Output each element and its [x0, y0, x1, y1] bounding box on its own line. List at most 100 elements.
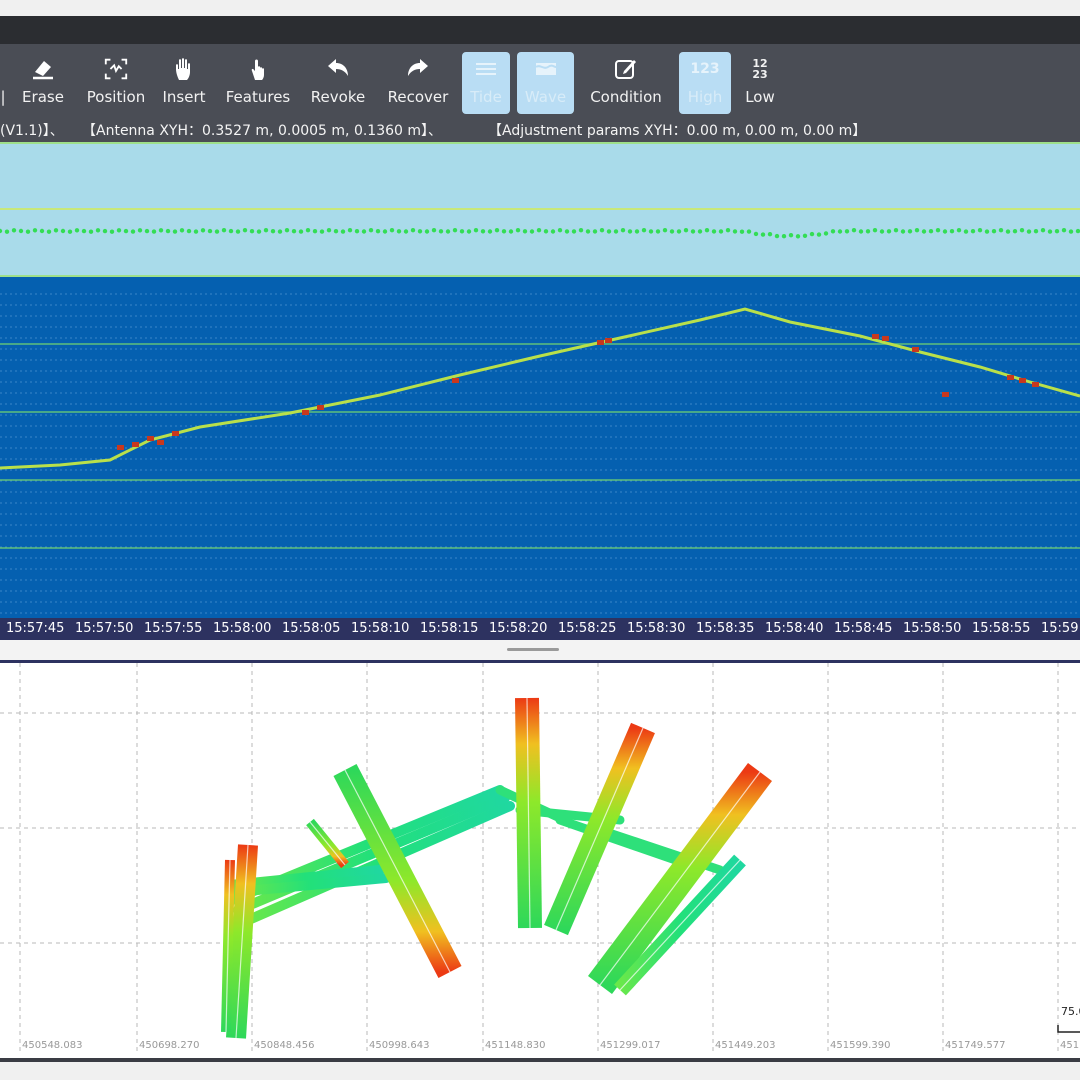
bottom-border — [0, 1058, 1080, 1062]
tide-point — [1019, 228, 1025, 233]
tide-point — [221, 228, 227, 233]
noise-point — [882, 336, 889, 341]
tide-toggle[interactable]: Tide — [462, 52, 510, 114]
tide-point — [305, 228, 311, 233]
tide-point — [970, 229, 976, 234]
position-button[interactable]: Position — [80, 44, 152, 114]
tide-point — [130, 229, 136, 234]
tide-point — [571, 229, 577, 234]
time-tick-label: 15:58:20 — [489, 621, 548, 636]
tide-point — [564, 229, 570, 234]
low-button[interactable]: 12 23 Low — [738, 44, 782, 114]
time-tick-label: 15:57:50 — [75, 621, 134, 636]
time-tick-label: 15:58:35 — [696, 621, 755, 636]
tide-point — [753, 231, 759, 237]
tide-point — [270, 229, 276, 234]
tide-point — [403, 229, 409, 234]
tide-point — [123, 228, 129, 234]
map-x-tick-label: 451148.830 — [485, 1040, 545, 1051]
insert-button[interactable]: Insert — [158, 44, 210, 114]
scale-bar-label: 75.0 — [1061, 1005, 1080, 1018]
time-tick-label: 15:58:05 — [282, 621, 341, 636]
features-button[interactable]: Features — [222, 44, 294, 114]
tide-point — [746, 229, 752, 234]
tide-point — [417, 229, 423, 234]
high-toggle[interactable]: 123 High — [679, 52, 731, 114]
tide-point — [949, 229, 955, 234]
tide-point — [347, 228, 353, 233]
tide-point — [228, 228, 234, 234]
position-icon — [103, 56, 129, 82]
tide-point — [361, 229, 367, 234]
tide-point — [676, 229, 682, 234]
tide-point — [473, 228, 479, 233]
revoke-button[interactable]: Revoke — [306, 44, 370, 114]
tide-point — [620, 228, 626, 233]
condition-button[interactable]: Condition — [584, 44, 668, 114]
version-info: (V1.1)】、 — [0, 123, 64, 139]
noise-point — [132, 442, 139, 447]
numbers-12-icon: 12 23 — [747, 56, 773, 82]
tide-point — [81, 228, 87, 234]
low-icon-text-bottom: 23 — [752, 68, 768, 81]
tide-icon — [473, 56, 499, 82]
recover-label: Recover — [387, 88, 449, 106]
track-map-panel[interactable]: 450548.083 450698.270 450848.456 450998.643… — [0, 660, 1080, 1058]
tide-point — [375, 229, 381, 234]
tide-point — [354, 229, 360, 234]
tide-point — [998, 228, 1004, 233]
tide-point — [39, 228, 45, 234]
tide-point — [984, 229, 990, 234]
tide-point — [67, 229, 73, 234]
tide-point — [340, 229, 346, 234]
high-label: High — [687, 88, 723, 106]
tide-point — [319, 229, 325, 234]
time-tick-label: 15:58:10 — [351, 621, 410, 636]
erase-label: Erase — [22, 88, 64, 106]
tide-point — [263, 228, 269, 233]
echogram-panel[interactable] — [0, 142, 1080, 618]
map-top-border — [0, 660, 1080, 663]
noise-point — [317, 405, 324, 410]
map-x-tick-label: 451599.390 — [830, 1040, 890, 1051]
adjustment-info: 【Adjustment params XYH：0.00 m, 0.00 m, 0… — [488, 123, 867, 139]
tide-point — [1033, 229, 1039, 234]
antenna-info: 【Antenna XYH：0.3527 m, 0.0005 m, 0.1360 … — [82, 123, 443, 139]
recover-button[interactable]: Recover — [384, 44, 452, 114]
erase-button[interactable]: Erase — [18, 44, 68, 114]
noise-point — [1032, 382, 1039, 387]
tide-point — [508, 229, 514, 234]
pointer-icon — [245, 56, 271, 82]
track-map-canvas[interactable]: 450548.083 450698.270 450848.456 450998.643… — [0, 660, 1080, 1058]
tide-point — [557, 228, 563, 233]
tide-point — [942, 229, 948, 234]
noise-point — [942, 392, 949, 397]
window-title-bar — [0, 16, 1080, 44]
panel-splitter[interactable] — [0, 640, 1080, 660]
tide-point — [172, 229, 178, 234]
wave-toggle[interactable]: Wave — [517, 52, 574, 114]
tide-point — [382, 229, 388, 234]
tide-point — [550, 229, 556, 234]
tide-label: Tide — [470, 88, 502, 106]
echogram-canvas[interactable] — [0, 142, 1080, 618]
tide-point — [648, 229, 654, 234]
tide-point — [893, 228, 899, 233]
tide-point — [1068, 229, 1074, 234]
tide-point — [186, 228, 192, 234]
tide-point — [32, 228, 38, 233]
time-tick-label: 15:58:30 — [627, 621, 686, 636]
noise-point — [172, 431, 179, 436]
map-x-tick-label: 450848.456 — [254, 1040, 314, 1051]
time-tick-label: 15:58:15 — [420, 621, 479, 636]
redo-icon — [405, 56, 431, 82]
tide-point — [214, 229, 220, 234]
splitter-grip[interactable] — [507, 648, 559, 651]
tide-point — [711, 229, 717, 234]
tide-point — [1054, 229, 1060, 234]
noise-point — [605, 338, 612, 343]
tide-point — [634, 229, 640, 234]
map-x-tick-label: 451 — [1060, 1040, 1079, 1051]
tide-point — [151, 229, 157, 234]
toolbar-item-cut-off[interactable]: | — [0, 44, 12, 114]
